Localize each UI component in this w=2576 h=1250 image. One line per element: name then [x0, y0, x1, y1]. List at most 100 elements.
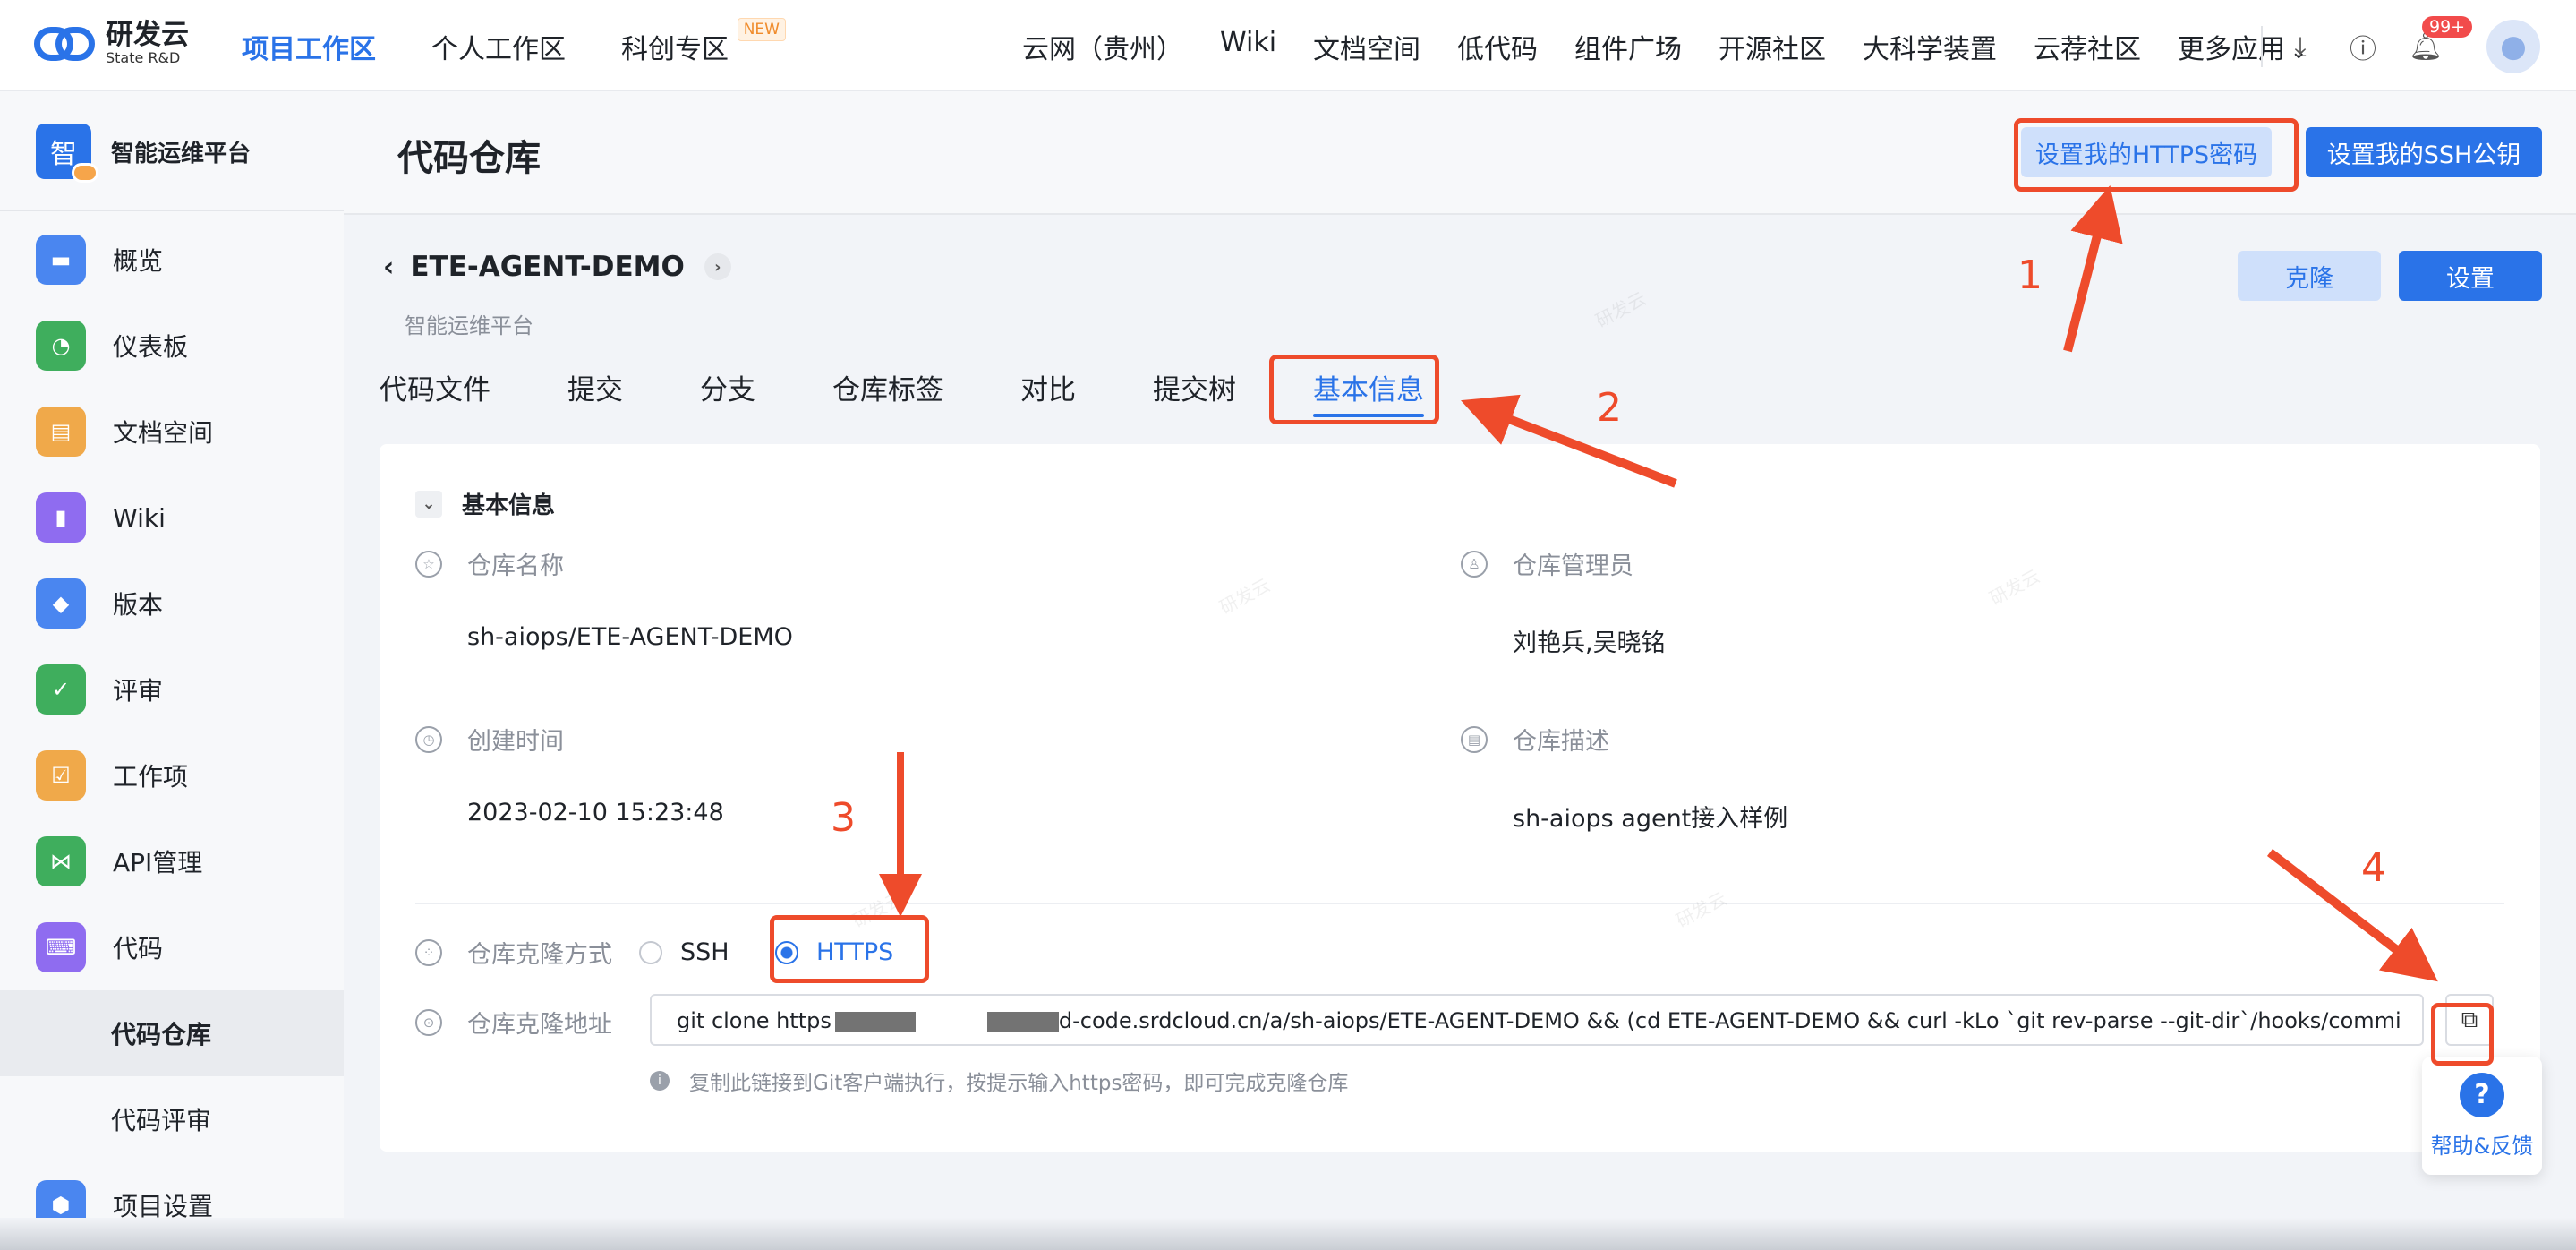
question-icon: ? — [2460, 1072, 2504, 1117]
settings-button[interactable]: 设置 — [2399, 251, 2542, 301]
star-icon: ☆ — [415, 550, 442, 578]
link-open-source[interactable]: 开源社区 — [1719, 27, 1826, 66]
link-wiki[interactable]: Wiki — [1220, 27, 1276, 66]
repo-desc-value: sh-aiops agent接入样例 — [1513, 805, 1788, 833]
tab-code-files[interactable]: 代码文件 — [380, 367, 490, 412]
cloud-logo-icon — [34, 21, 97, 64]
workitem-icon: ☑ — [36, 750, 86, 801]
top-bar: 研发云 State R&D 项目工作区 个人工作区 科创专区 NEW 云网（贵州）… — [0, 0, 2576, 91]
sidebar-item-api[interactable]: ⋈ API管理 — [0, 818, 344, 904]
annotation-box-4 — [2431, 1003, 2494, 1066]
nav-personal-workspace[interactable]: 个人工作区 — [431, 27, 566, 66]
sidebar-item-code-review[interactable]: 代码评审 — [0, 1076, 344, 1162]
sidebar-item-workitem[interactable]: ☑ 工作项 — [0, 732, 344, 818]
platform-name: 智能运维平台 — [111, 140, 252, 167]
sidebar-item-overview[interactable]: ▬ 概览 — [0, 217, 344, 303]
sidebar-item-label: Wiki — [113, 502, 166, 533]
sidebar-item-label: 仪表板 — [113, 332, 189, 362]
nav-project-workspace[interactable]: 项目工作区 — [242, 27, 376, 66]
radio-ssh[interactable]: SSH — [639, 938, 729, 966]
new-badge: NEW — [737, 18, 786, 41]
notification-count: 99+ — [2422, 16, 2473, 38]
chevron-right-icon[interactable]: › — [704, 253, 731, 280]
bottom-edge — [0, 1218, 2576, 1250]
review-icon: ✓ — [36, 664, 86, 715]
set-ssh-key-button[interactable]: 设置我的SSH公钥 — [2306, 127, 2542, 177]
link-yunjian[interactable]: 云荐社区 — [2034, 27, 2141, 66]
repo-content: ‹ ETE-AGENT-DEMO › 智能运维平台 克隆 设置 代码文件 提交 … — [344, 215, 2576, 1250]
api-icon: ⋈ — [36, 836, 86, 886]
tab-branches[interactable]: 分支 — [700, 367, 755, 412]
created-time-label: ◷ 创建时间 — [415, 722, 564, 757]
dashboard-icon: ◔ — [36, 321, 86, 371]
logo-title: 研发云 — [106, 19, 189, 51]
help-feedback-button[interactable]: ? 帮助&反馈 — [2422, 1057, 2542, 1175]
repo-name-value: sh-aiops/ETE-AGENT-DEMO — [467, 623, 793, 651]
basic-info-card: ⌄ 基本信息 ☆ 仓库名称 sh-aiops/ETE-AGENT-DEMO ♙ 仓库… — [380, 444, 2540, 1152]
repo-desc-label: ▤ 仓库描述 — [1461, 722, 1609, 757]
clone-method-icon: ⁘ — [415, 938, 442, 966]
clock-icon: ◷ — [415, 725, 442, 753]
created-time-value: 2023-02-10 15:23:48 — [467, 799, 724, 826]
section-title: 基本信息 — [462, 492, 556, 519]
workspace-nav: 项目工作区 个人工作区 科创专区 NEW — [242, 18, 786, 66]
tab-tags[interactable]: 仓库标签 — [832, 367, 943, 412]
annotation-number-2: 2 — [1597, 385, 1622, 431]
sidebar-item-wiki[interactable]: ▮ Wiki — [0, 475, 344, 561]
repo-title: ‹ ETE-AGENT-DEMO › — [383, 251, 731, 283]
download-icon[interactable]: ⤓ — [2275, 21, 2325, 72]
annotation-box-1 — [2014, 118, 2299, 192]
annotation-number-1: 1 — [2017, 253, 2043, 298]
bell-icon[interactable]: 🔔︎ 99+ — [2401, 16, 2473, 72]
sidebar-item-label: 概览 — [113, 246, 164, 276]
section-header[interactable]: ⌄ 基本信息 — [415, 487, 555, 520]
sidebar-item-dashboard[interactable]: ◔ 仪表板 — [0, 303, 344, 389]
page-title: 代码仓库 — [397, 138, 541, 179]
avatar[interactable]: ● — [2486, 20, 2540, 73]
link-doc-space[interactable]: 文档空间 — [1313, 27, 1420, 66]
tab-compare[interactable]: 对比 — [1020, 367, 1076, 412]
platform-header[interactable]: 智 智能运维平台 — [36, 124, 252, 183]
repo-admin-value: 刘艳兵,吴晓铭 — [1513, 629, 1666, 657]
sidebar-item-code-repo[interactable]: 代码仓库 — [0, 990, 344, 1076]
sidebar-item-code[interactable]: ⌨ 代码 — [0, 904, 344, 990]
sidebar-nav: ▬ 概览 ◔ 仪表板 ▤ 文档空间 ▮ Wiki ◆ 版本 ✓ 评审 ☑ 工作项 ⋈ API管理 ⌨ 代码 代码仓库… — [0, 217, 344, 1248]
description-icon: ▤ — [1461, 725, 1488, 753]
tab-commits[interactable]: 提交 — [567, 367, 623, 412]
sidebar-item-doc[interactable]: ▤ 文档空间 — [0, 389, 344, 475]
divider — [2261, 26, 2263, 67]
annotation-box-3 — [770, 915, 929, 983]
link-big-science[interactable]: 大科学装置 — [1863, 27, 1997, 66]
chevron-down-icon: ⌄ — [415, 490, 442, 518]
help-icon[interactable]: ⓘ — [2338, 21, 2388, 72]
link-yunwang[interactable]: 云网（贵州） — [1022, 27, 1183, 66]
sidebar-item-review[interactable]: ✓ 评审 — [0, 646, 344, 732]
link-low-code[interactable]: 低代码 — [1457, 27, 1538, 66]
app-logo[interactable]: 研发云 State R&D — [34, 20, 189, 66]
wiki-icon: ▮ — [36, 492, 86, 543]
repo-admin-label: ♙ 仓库管理员 — [1461, 546, 1633, 581]
clone-hint: i 复制此链接到Git客户端执行，按提示输入https密码，即可完成克隆仓库 — [650, 1066, 1348, 1096]
radio-circle — [639, 940, 662, 964]
sidebar-item-label: 代码 — [113, 934, 164, 963]
annotation-number-4: 4 — [2361, 845, 2386, 891]
tab-commit-tree[interactable]: 提交树 — [1153, 367, 1236, 412]
clone-button[interactable]: 克隆 — [2238, 251, 2381, 301]
repo-project-name: 智能运维平台 — [405, 313, 533, 338]
clone-url-field[interactable]: git clone https d-code.srdcloud.cn/a/sh-a… — [650, 994, 2424, 1046]
clone-method-label: ⁘ 仓库克隆方式 — [415, 935, 612, 970]
divider — [0, 210, 344, 211]
info-icon: i — [650, 1071, 670, 1091]
nav-innovation-zone[interactable]: 科创专区 NEW — [621, 18, 786, 66]
logo-subtitle: State R&D — [106, 49, 181, 66]
sidebar-item-version[interactable]: ◆ 版本 — [0, 561, 344, 646]
version-icon: ◆ — [36, 578, 86, 629]
annotation-box-2 — [1269, 355, 1439, 424]
link-components[interactable]: 组件广场 — [1574, 27, 1682, 66]
back-icon[interactable]: ‹ — [383, 252, 394, 283]
sidebar-item-label: 版本 — [113, 590, 164, 620]
user-icon: ♙ — [1461, 550, 1488, 578]
location-icon: ⊙ — [415, 1008, 442, 1036]
overview-icon: ▬ — [36, 235, 86, 285]
redacted-text — [986, 1012, 1059, 1032]
